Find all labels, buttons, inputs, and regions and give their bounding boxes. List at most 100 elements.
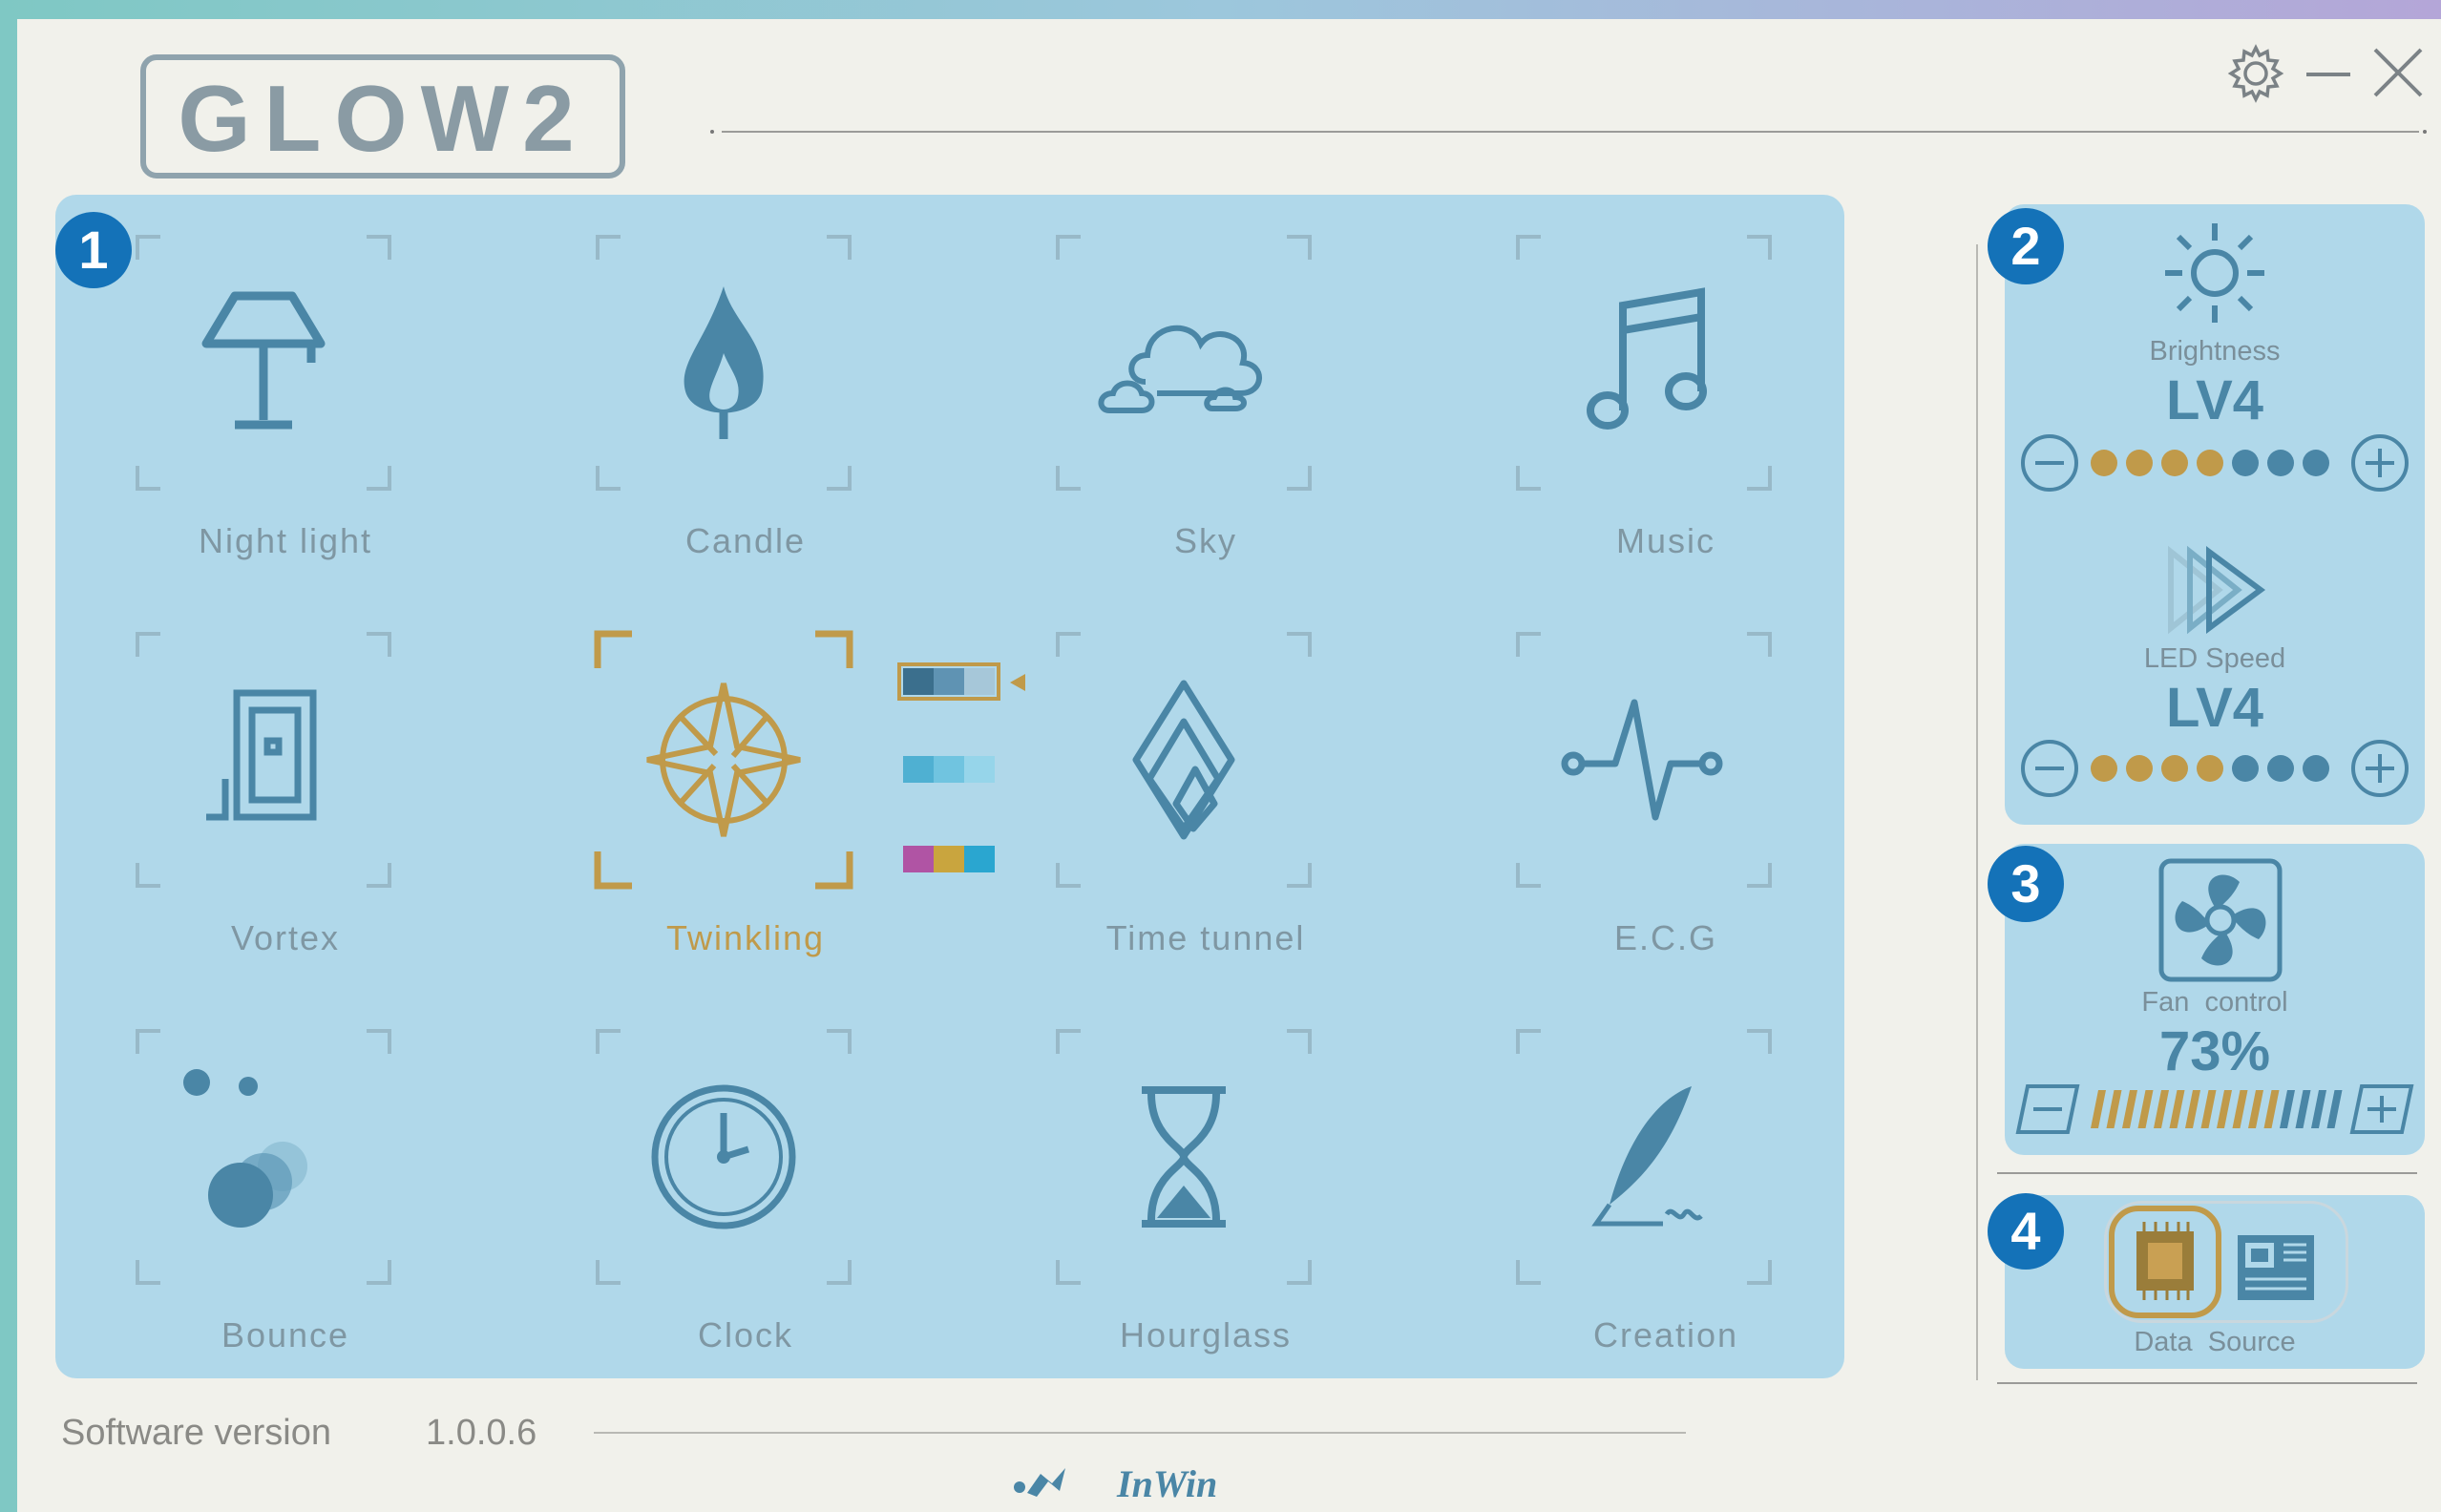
section-badge-3: 3	[1988, 846, 2064, 922]
led-speed-level: LV4	[2165, 677, 2264, 739]
mode-time-tunnel[interactable]: Time tunnel	[976, 592, 1436, 989]
mode-label: Candle	[684, 521, 807, 560]
clock-icon	[651, 1084, 796, 1229]
mode-ecg[interactable]: E.C.G	[1436, 592, 1896, 989]
mode-twinkling[interactable]: Twinkling	[516, 592, 976, 989]
level-dot	[2091, 755, 2117, 782]
level-dot	[2161, 450, 2188, 476]
mode-label: Music	[1615, 521, 1715, 560]
level-dot	[2197, 755, 2223, 782]
lighting-modes-panel: Night light Candle Sky Music Vortex Twin…	[55, 195, 1844, 1378]
level-dot	[2197, 450, 2223, 476]
data-source-label: Data Source	[2134, 1327, 2296, 1357]
vortex-icon	[206, 689, 317, 821]
close-icon[interactable]	[2367, 42, 2429, 103]
led-speed-label: LED Speed	[2143, 643, 2286, 674]
svg-text:GLOW2: GLOW2	[178, 66, 587, 171]
fan-speed-bar[interactable]	[2087, 1086, 2345, 1132]
mode-music[interactable]: Music	[1436, 195, 1896, 592]
fan-control-panel: Fan control 73%	[2005, 844, 2425, 1155]
led-speed-increase-button[interactable]	[2350, 739, 2409, 798]
minimize-icon[interactable]	[2303, 48, 2354, 99]
data-source-panel: Data Source	[2005, 1195, 2425, 1369]
mode-hourglass[interactable]: Hourglass	[976, 989, 1436, 1386]
fan-bar-segment	[2217, 1090, 2232, 1128]
fan-bar-segment	[2106, 1090, 2122, 1128]
level-dot	[2232, 755, 2259, 782]
level-dot	[2232, 450, 2259, 476]
mode-label: Bounce	[221, 1315, 350, 1354]
mode-vortex[interactable]: Vortex	[55, 592, 516, 989]
fan-bar-segment	[2248, 1090, 2263, 1128]
level-dot	[2126, 755, 2153, 782]
software-version-label: Software version	[61, 1413, 332, 1453]
mode-bounce[interactable]: Bounce	[55, 989, 516, 1386]
mode-label: Sky	[1173, 521, 1237, 560]
level-dot	[2091, 450, 2117, 476]
section-badge-4: 4	[1988, 1193, 2064, 1270]
fan-bar-segment	[2232, 1090, 2248, 1128]
level-dot	[2267, 755, 2294, 782]
gear-icon[interactable]	[2224, 42, 2287, 105]
mode-clock[interactable]: Clock	[516, 989, 976, 1386]
side-divider	[1997, 1382, 2417, 1384]
mode-label: Time tunnel	[1105, 918, 1306, 957]
brightness-level-dots	[2091, 450, 2329, 476]
flame-icon	[684, 286, 764, 439]
mode-label: Hourglass	[1119, 1315, 1293, 1354]
led-speed-decrease-button[interactable]	[2020, 739, 2079, 798]
diamond-tunnel-icon	[1132, 680, 1235, 840]
svg-text:InWin: InWin	[1116, 1462, 1217, 1505]
cloud-icon	[1098, 325, 1262, 413]
mode-sky[interactable]: Sky	[976, 195, 1436, 592]
cpu-chip-icon[interactable]	[2106, 1205, 2224, 1319]
header-divider	[710, 130, 2427, 134]
hourglass-icon	[1142, 1086, 1226, 1228]
level-dot	[2161, 755, 2188, 782]
glow2-logo: GLOW2	[140, 54, 625, 178]
lamp-icon	[201, 291, 326, 430]
mode-label: Creation	[1592, 1315, 1739, 1354]
software-version-value: 1.0.0.6	[426, 1413, 537, 1453]
fan-decrease-button[interactable]	[2014, 1082, 2081, 1136]
section-badge-2: 2	[1988, 208, 2064, 284]
fan-bar-segment	[2280, 1090, 2295, 1128]
footer-divider	[594, 1432, 1686, 1434]
brightness-increase-button[interactable]	[2350, 433, 2409, 493]
fan-control-label: Fan control	[2141, 987, 2288, 1018]
motherboard-icon[interactable]	[2234, 1231, 2320, 1304]
fan-bar-segment	[2263, 1090, 2280, 1128]
music-note-icon	[1587, 287, 1707, 430]
mode-candle[interactable]: Candle	[516, 195, 976, 592]
side-vertical-divider	[1976, 244, 1978, 1380]
mode-creation[interactable]: Creation	[1436, 989, 1896, 1386]
brightness-speed-panel: Brightness LV4 LED Speed LV4	[2005, 204, 2425, 825]
section-badge-1: 1	[55, 212, 132, 288]
mode-label: Night light	[198, 521, 373, 560]
fan-bar-segment	[2169, 1090, 2185, 1128]
brightness-level: LV4	[2165, 369, 2264, 431]
fan-speed-value: 73%	[2158, 1020, 2271, 1082]
fan-increase-button[interactable]	[2348, 1082, 2415, 1136]
level-dot	[2303, 755, 2329, 782]
sparkle-icon	[646, 682, 801, 837]
fan-bar-segment	[2137, 1090, 2154, 1128]
led-speed-icon	[2168, 545, 2266, 635]
led-speed-level-dots	[2091, 755, 2329, 782]
fan-bar-segment	[2311, 1090, 2326, 1128]
level-dot	[2267, 450, 2294, 476]
mode-label: Clock	[697, 1315, 794, 1354]
bouncing-balls-icon	[183, 1069, 307, 1228]
mode-label: Vortex	[230, 918, 341, 957]
fan-bar-segment	[2185, 1090, 2200, 1128]
brightness-label: Brightness	[2149, 336, 2281, 367]
brightness-decrease-button[interactable]	[2020, 433, 2079, 493]
heartbeat-icon	[1561, 699, 1723, 821]
inwin-logo: InWin	[1014, 1462, 1217, 1505]
fan-bar-segment	[2200, 1090, 2217, 1128]
fan-icon	[2158, 858, 2283, 982]
fan-bar-segment	[2122, 1090, 2137, 1128]
mode-label: E.C.G	[1613, 918, 1717, 957]
fan-bar-segment	[2295, 1090, 2311, 1128]
level-dot	[2126, 450, 2153, 476]
